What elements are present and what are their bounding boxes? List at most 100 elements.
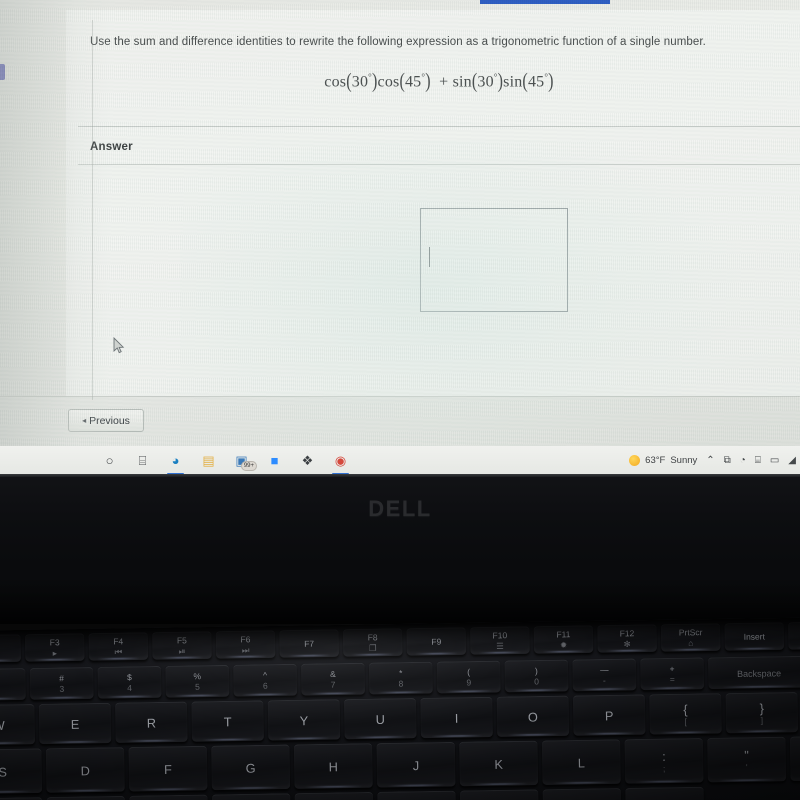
- inkscape-icon-glyph: ❖: [301, 452, 314, 468]
- question-card: Use the sum and difference identities to…: [66, 10, 800, 400]
- key-0[interactable]: ) 0: [504, 659, 569, 693]
- weather-condition: Sunny: [670, 454, 698, 466]
- key-s[interactable]: S: [0, 748, 43, 795]
- key-main-label: Y: [299, 712, 309, 728]
- edge-browser-icon-glyph: ◕: [171, 452, 180, 468]
- key-f6[interactable]: F6 ⏭: [215, 630, 276, 659]
- key-blank[interactable]: [377, 790, 457, 800]
- key-bottom-label: ⏮: [114, 647, 123, 658]
- key-blank[interactable]: " ': [707, 736, 787, 783]
- tray-icon-3[interactable]: ⌸: [755, 455, 761, 466]
- key-f4[interactable]: F4 ⏮: [88, 632, 149, 661]
- previous-button[interactable]: ◂ Previous: [68, 409, 144, 432]
- key-i[interactable]: I: [420, 696, 493, 739]
- key-top-label: +: [669, 664, 675, 674]
- key-blank[interactable]: [46, 795, 126, 800]
- key-f2[interactable]: F2◂: [0, 634, 22, 663]
- zoom-meetings-icon[interactable]: ■: [265, 451, 284, 470]
- key-backspace[interactable]: Backspace: [707, 655, 800, 690]
- key-4[interactable]: $4: [97, 665, 162, 699]
- key-blank[interactable]: :;: [624, 737, 704, 784]
- question-prompt-text: Use the sum and difference identities to…: [90, 36, 706, 48]
- key-main-label: :: [662, 749, 666, 765]
- key-f8[interactable]: F8 ❐: [342, 628, 403, 657]
- key-f3[interactable]: F3 ▸: [24, 633, 85, 662]
- key-blank[interactable]: + =: [640, 657, 705, 691]
- key-2[interactable]: @2: [0, 668, 26, 701]
- microsoft-store-icon[interactable]: ▣ 99+: [232, 451, 257, 471]
- key-main-label: E: [70, 716, 80, 732]
- key-l[interactable]: L: [541, 739, 621, 786]
- key-f[interactable]: F: [128, 745, 208, 792]
- key-blank[interactable]: <,: [459, 789, 539, 800]
- key-f10[interactable]: F10 ☰: [470, 626, 530, 655]
- key-y[interactable]: Y: [267, 699, 341, 741]
- key-blank[interactable]: >.: [542, 788, 622, 800]
- key-o[interactable]: O: [496, 695, 570, 737]
- key-top-label: F7: [304, 638, 315, 649]
- key-bottom-label: ⌂: [688, 638, 694, 649]
- key-bottom-label: ✹: [559, 640, 568, 651]
- key-f12[interactable]: F12 ✻: [597, 624, 657, 653]
- key-e[interactable]: E: [38, 702, 112, 745]
- key-enter[interactable]: Enter: [789, 734, 800, 782]
- file-explorer-icon[interactable]: ▤: [199, 451, 218, 470]
- key-f5[interactable]: F5 ⏯: [152, 631, 212, 660]
- key-7[interactable]: & 7: [300, 662, 366, 696]
- zoom-meetings-icon-glyph: ■: [270, 452, 279, 468]
- key-f9[interactable]: F9: [406, 627, 467, 656]
- key-f7[interactable]: F7: [279, 629, 340, 658]
- volume-icon[interactable]: ◢: [788, 455, 796, 466]
- inkscape-icon[interactable]: ❖: [298, 451, 317, 470]
- key-insert[interactable]: Insert: [724, 622, 785, 651]
- sun-icon: [629, 454, 641, 466]
- key-prtscr[interactable]: PrtScr ⌂: [660, 623, 721, 652]
- key-r[interactable]: R: [115, 701, 188, 743]
- key-main-label: L: [577, 755, 586, 771]
- laptop-bezel: DELL: [0, 474, 800, 624]
- key-9[interactable]: (9: [436, 660, 501, 694]
- key-blank[interactable]: ?/: [625, 786, 705, 800]
- key-d[interactable]: D: [45, 747, 125, 793]
- key-3[interactable]: #3: [29, 666, 94, 700]
- key-main-label: O: [527, 709, 538, 725]
- key-w[interactable]: W: [0, 703, 36, 746]
- key-k[interactable]: K: [459, 740, 539, 787]
- key-blank[interactable]: [129, 794, 209, 800]
- key-bottom-label: 6: [262, 681, 268, 691]
- edge-browser-icon[interactable]: ◕: [166, 451, 185, 474]
- close-paren-3: ): [497, 70, 504, 94]
- key-blank[interactable]: {[: [649, 693, 722, 735]
- key-h[interactable]: H: [293, 743, 373, 789]
- key-t[interactable]: T: [191, 700, 265, 742]
- key-top-label: &: [330, 669, 336, 680]
- key-j[interactable]: J: [376, 741, 456, 788]
- battery-icon[interactable]: ▭: [770, 455, 779, 466]
- plus-operator: +: [439, 73, 449, 91]
- key-f11[interactable]: F11 ✹: [533, 625, 594, 654]
- key-6[interactable]: ^ 6: [233, 663, 298, 697]
- key-main-label: F: [163, 761, 172, 777]
- tray-icon-2[interactable]: ◔: [740, 455, 746, 466]
- key-top-label: F3: [49, 637, 60, 648]
- key-g[interactable]: G: [211, 744, 291, 791]
- show-hidden-icons-chevron[interactable]: ⌃: [706, 455, 714, 466]
- open-paren-4: (: [522, 70, 528, 94]
- sin-function-2: sin: [503, 73, 523, 91]
- key-main-label: H: [328, 759, 339, 775]
- weather-widget[interactable]: 63°F Sunny: [629, 454, 698, 466]
- key-u[interactable]: U: [343, 697, 417, 740]
- key-blank[interactable]: [211, 793, 291, 800]
- key-p[interactable]: P: [572, 694, 646, 736]
- key-blank[interactable]: }]: [725, 691, 799, 734]
- search-icon[interactable]: ○: [100, 451, 119, 470]
- key-8[interactable]: * 8: [368, 661, 433, 695]
- task-view-icon[interactable]: ⌸: [133, 451, 152, 470]
- key-blank[interactable]: — -: [572, 658, 637, 692]
- tray-icon-1[interactable]: ⧉: [724, 455, 731, 466]
- answer-input-box[interactable]: [420, 208, 568, 312]
- key-blank[interactable]: [294, 791, 374, 800]
- chrome-browser-icon[interactable]: ◉: [331, 451, 350, 474]
- key-5[interactable]: % 5: [165, 664, 230, 698]
- key-delete[interactable]: Delete: [787, 621, 800, 650]
